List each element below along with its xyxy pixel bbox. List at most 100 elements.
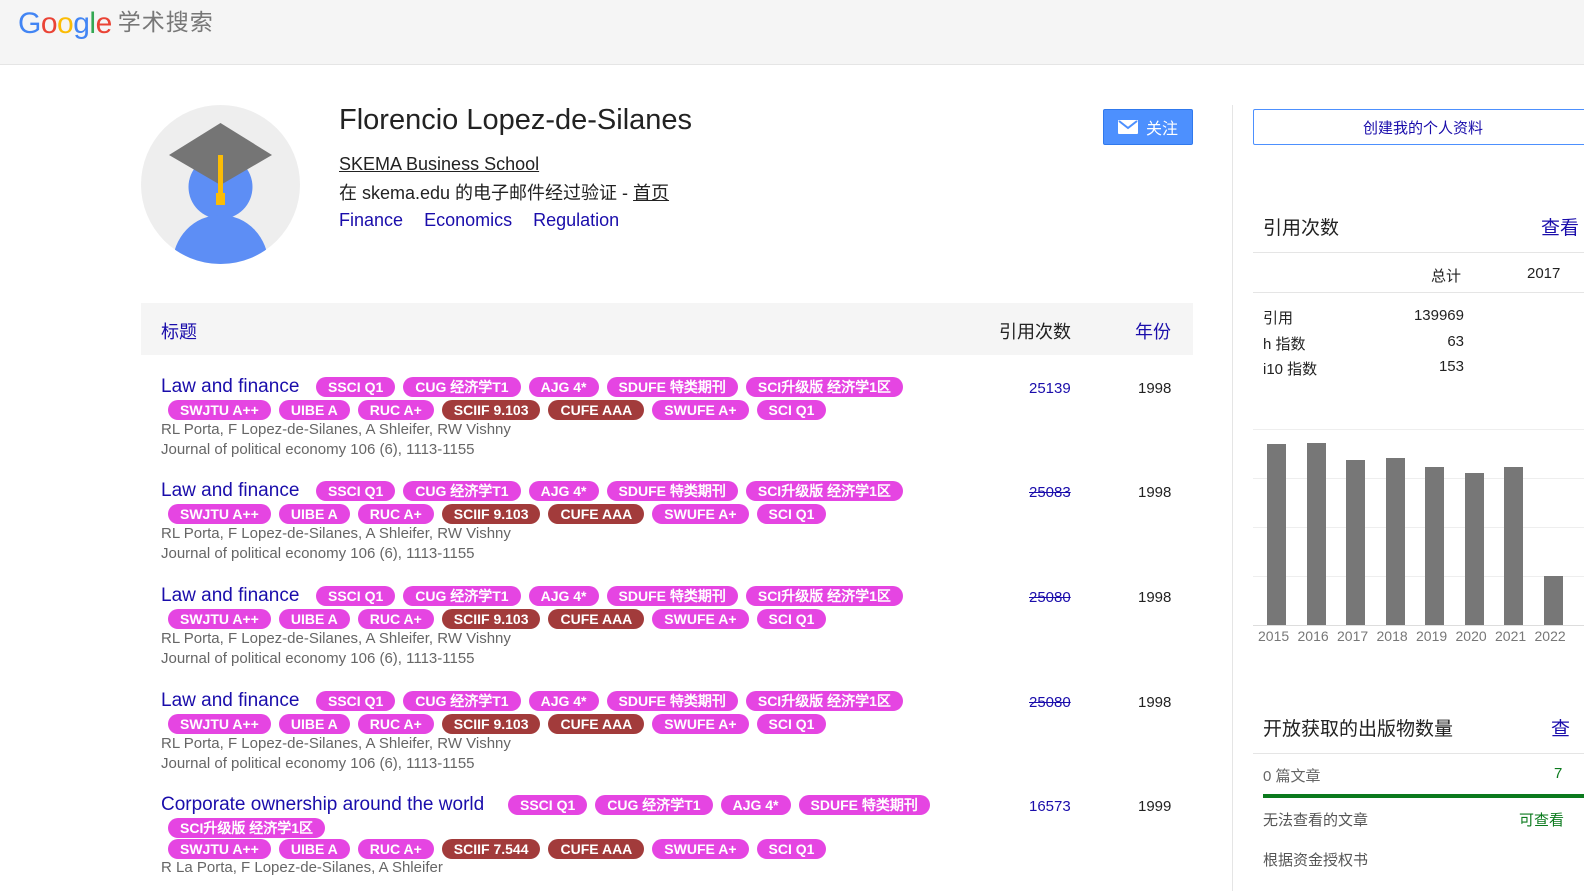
badge: SWJTU A++	[168, 839, 271, 859]
divider	[1253, 252, 1584, 253]
cited-by-view-link[interactable]: 查看	[1541, 213, 1579, 240]
citation-bar-2022[interactable]	[1543, 576, 1563, 625]
article-title[interactable]: Law and finance	[161, 480, 299, 502]
cited-count-merged: 25080	[1029, 589, 1071, 606]
badge: CUG 经济学T1	[403, 691, 521, 711]
cited-by-title: 引用次数	[1263, 218, 1340, 239]
email-text: 在 skema.edu 的电子邮件经过验证 -	[339, 183, 634, 203]
badge: RUC A+	[357, 400, 434, 420]
badge: SWJTU A++	[168, 609, 271, 629]
badge-group: SWJTU A++ UIBE A RUC A+ SCIIF 9.103 CUFE AAA…	[168, 400, 834, 420]
badge: SCI Q1	[756, 609, 827, 629]
badge: UIBE A	[278, 839, 350, 859]
badge: RUC A+	[357, 714, 434, 734]
badge-group: SSCI Q1 CUG 经济学T1 AJG 4* SDUFE 特类期刊 SCI升级版 经…	[316, 481, 911, 501]
badge: AJG 4*	[528, 377, 599, 397]
follow-label: 关注	[1145, 121, 1178, 138]
badge: SDUFE 特类期刊	[798, 795, 930, 815]
badge-group: SWJTU A++ UIBE A RUC A+ SCIIF 9.103 CUFE AAA…	[168, 504, 834, 524]
badge: SCIIF 9.103	[441, 400, 541, 420]
citation-bar-2015[interactable]	[1267, 444, 1286, 625]
articles-table-header: 标题 引用次数 年份	[141, 303, 1193, 355]
badge: SSCI Q1	[316, 586, 396, 606]
badge-group: SSCI Q1 CUG 经济学T1 AJG 4* SDUFE 特类期刊	[508, 795, 938, 815]
email-verification: 在 skema.edu 的电子邮件经过验证 - 首页	[339, 179, 669, 205]
stat-value-i10-index: 153	[1438, 358, 1464, 375]
cited-count-merged: 25083	[1029, 484, 1071, 501]
badge: CUG 经济学T1	[403, 377, 521, 397]
badge: SWUFE A+	[652, 839, 749, 859]
oa-funding-label: 根据资金授权书	[1263, 852, 1369, 869]
badge: RUC A+	[357, 504, 434, 524]
article-title[interactable]: Law and finance	[161, 376, 299, 398]
oa-unavailable-label: 无法查看的文章	[1263, 812, 1369, 829]
interest-economics[interactable]: Economics	[424, 210, 512, 230]
google-scholar-logo[interactable]: Google 学术搜索	[18, 6, 214, 41]
badge: SDUFE 特类期刊	[606, 691, 738, 711]
badge: SCI Q1	[756, 714, 827, 734]
cited-by-header: 引用次数	[999, 322, 1071, 342]
badge: AJG 4*	[720, 795, 791, 815]
article-authors: RL Porta, F Lopez-de-Silanes, A Shleifer…	[161, 525, 511, 542]
article-authors: RL Porta, F Lopez-de-Silanes, A Shleifer…	[161, 735, 511, 752]
affiliation-link[interactable]: SKEMA Business School	[339, 154, 539, 175]
chart-gridline	[1253, 527, 1584, 528]
article-title[interactable]: Corporate ownership around the world	[161, 794, 484, 816]
scholar-avatar-icon	[169, 123, 272, 264]
citation-bar-2017[interactable]	[1346, 460, 1365, 625]
interest-finance[interactable]: Finance	[339, 210, 403, 230]
badge: SCI升级版 经济学1区	[745, 377, 903, 397]
badge: SSCI Q1	[316, 691, 396, 711]
badge: CUFE AAA	[548, 609, 645, 629]
create-profile-button[interactable]: 创建我的个人资料	[1253, 109, 1584, 145]
interest-regulation[interactable]: Regulation	[533, 210, 619, 230]
badge: CUFE AAA	[548, 839, 645, 859]
article-title[interactable]: Law and finance	[161, 585, 299, 607]
badge-group: SWJTU A++ UIBE A RUC A+ SCIIF 9.103 CUFE AAA…	[168, 714, 834, 734]
article-venue: Journal of political economy 106 (6), 11…	[161, 650, 475, 667]
sort-by-title[interactable]: 标题	[161, 318, 197, 344]
citation-bar-2016[interactable]	[1306, 443, 1326, 625]
badge: SWUFE A+	[652, 609, 749, 629]
oa-progress-bar	[1263, 794, 1584, 798]
article-year: 1999	[1138, 798, 1172, 815]
sidebar-divider	[1232, 105, 1233, 891]
badge: SWJTU A++	[168, 504, 271, 524]
badge: AJG 4*	[528, 481, 599, 501]
col-total-header: 总计	[1431, 268, 1462, 285]
citation-bar-2019[interactable]	[1425, 467, 1444, 625]
badge: SCI Q1	[756, 504, 827, 524]
badge: UIBE A	[278, 609, 350, 629]
follow-button[interactable]: 关注	[1103, 109, 1193, 145]
logo-word: Google	[18, 7, 112, 40]
badge: CUFE AAA	[548, 504, 645, 524]
badge: SWJTU A++	[168, 400, 271, 420]
chart-year-label: 2021	[1495, 628, 1527, 644]
badge: SCIIF 9.103	[441, 504, 541, 524]
citation-bar-2020[interactable]	[1464, 473, 1484, 625]
open-access-view-link[interactable]: 查	[1551, 714, 1570, 741]
badge: SDUFE 特类期刊	[606, 377, 738, 397]
research-interests: Finance Economics Regulation	[339, 210, 635, 231]
cited-count-merged: 25080	[1029, 694, 1071, 711]
homepage-link[interactable]: 首页	[633, 183, 669, 203]
sort-by-year[interactable]: 年份	[1135, 318, 1171, 344]
cited-count-link[interactable]: 16573	[1029, 798, 1071, 815]
chart-baseline	[1253, 625, 1584, 626]
article-title[interactable]: Law and finance	[161, 690, 299, 712]
citation-bar-2018[interactable]	[1385, 458, 1405, 625]
cited-count-link[interactable]: 25139	[1029, 380, 1071, 397]
citation-bar-2021[interactable]	[1504, 467, 1523, 625]
badge: SWJTU A++	[168, 714, 271, 734]
top-bar: Google 学术搜索	[0, 0, 1584, 65]
badge-group: SSCI Q1 CUG 经济学T1 AJG 4* SDUFE 特类期刊 SCI升级版 经…	[316, 377, 911, 397]
chart-gridline	[1253, 478, 1584, 479]
badge-group: SCI升级版 经济学1区	[168, 818, 333, 838]
badge: RUC A+	[357, 609, 434, 629]
badge: SCI升级版 经济学1区	[745, 691, 903, 711]
badge: SSCI Q1	[508, 795, 588, 815]
badge: SWUFE A+	[652, 504, 749, 524]
stat-label-citations: 引用	[1263, 310, 1294, 327]
article-venue: Journal of political economy 106 (6), 11…	[161, 441, 475, 458]
badge: SCIIF 7.544	[441, 839, 541, 859]
